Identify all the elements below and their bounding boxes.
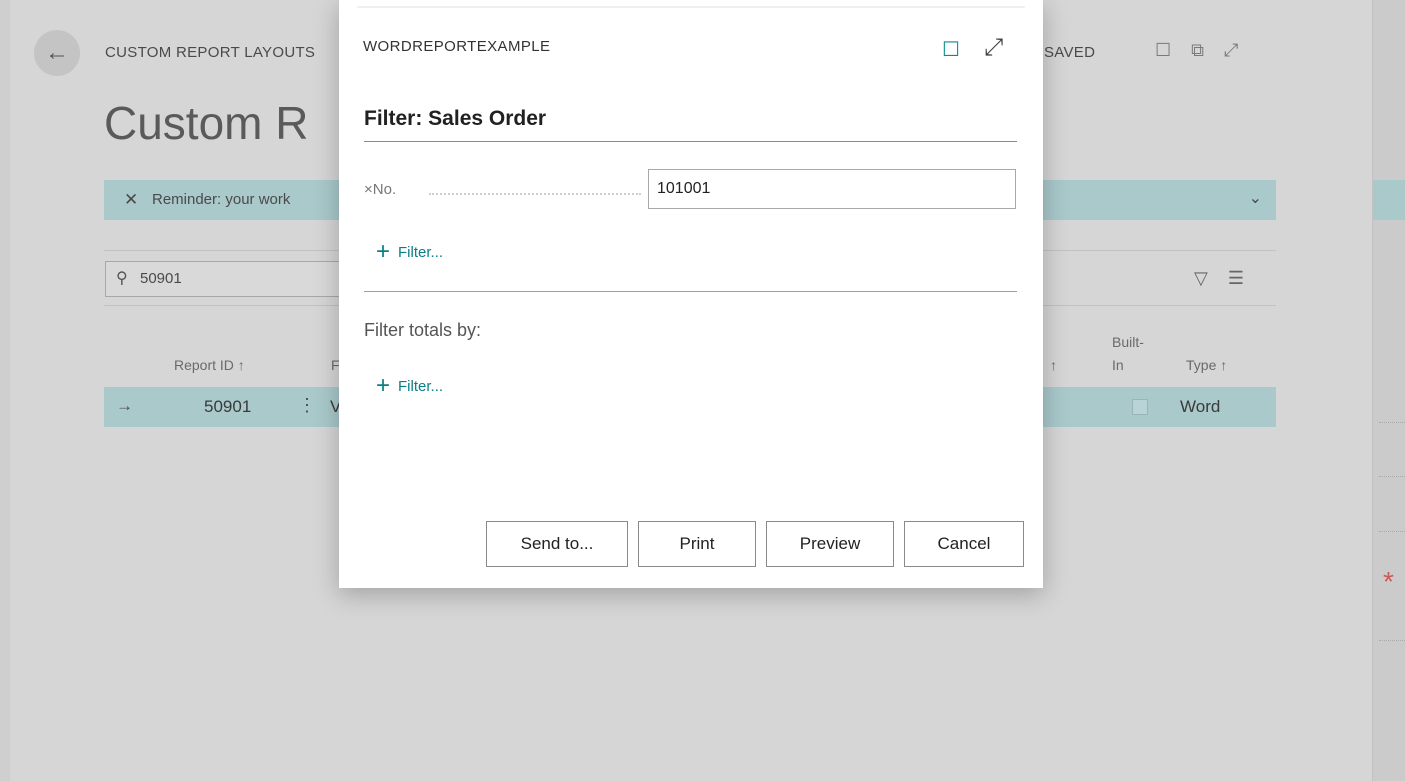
- side-band: [1373, 180, 1405, 220]
- add-totals-filter-label: Filter...: [398, 377, 444, 395]
- back-button[interactable]: ←: [34, 30, 80, 76]
- chevron-down-icon[interactable]: ⌄: [1249, 188, 1262, 208]
- list-tools: ▽ ☰: [1194, 268, 1244, 289]
- page-title: Custom R: [104, 97, 309, 149]
- dotted-line: [1379, 422, 1405, 423]
- bookmark-icon[interactable]: ☐: [1155, 40, 1171, 61]
- filter-field-label: ×No.: [364, 181, 396, 198]
- column-header-built-in-line2: In: [1112, 357, 1124, 373]
- breadcrumb: CUSTOM REPORT LAYOUTS: [105, 44, 316, 61]
- add-filter-label: Filter...: [398, 243, 444, 261]
- built-in-checkbox[interactable]: [1132, 399, 1148, 415]
- filter-icon[interactable]: ▽: [1194, 268, 1208, 289]
- page-actions: ☐ ⧉ ⤢: [1155, 40, 1238, 61]
- close-icon[interactable]: ✕: [124, 190, 138, 210]
- expand-icon[interactable]: ⤢: [1224, 40, 1238, 61]
- filter-heading: Filter: Sales Order: [364, 107, 547, 130]
- remove-filter-icon[interactable]: ×: [364, 181, 373, 198]
- section-divider: [364, 291, 1017, 292]
- search-input[interactable]: ⚲ 50901: [105, 261, 343, 297]
- no-filter-input[interactable]: [648, 169, 1016, 209]
- column-header-partial-sort[interactable]: ↑: [1050, 357, 1057, 373]
- plus-icon: +: [376, 238, 391, 265]
- filter-field-name: No.: [372, 181, 397, 198]
- open-new-window-icon[interactable]: ⧉: [1191, 40, 1204, 61]
- dotted-line: [1379, 476, 1405, 477]
- list-view-icon[interactable]: ☰: [1228, 268, 1244, 289]
- column-header-built-in-line1[interactable]: Built-: [1112, 334, 1144, 350]
- add-filter-button[interactable]: + Filter...: [376, 238, 444, 265]
- cell-report-id: 50901: [204, 397, 252, 416]
- cancel-button[interactable]: Cancel: [904, 521, 1024, 567]
- dialog-top-rule: [357, 6, 1025, 8]
- search-icon: ⚲: [116, 270, 128, 287]
- search-value: 50901: [140, 270, 182, 287]
- field-leader-dots: [429, 193, 641, 195]
- dialog-title: WORDREPORTEXAMPLE: [363, 38, 551, 55]
- required-asterisk-icon: *: [1383, 566, 1394, 597]
- right-side-pane: *: [1372, 0, 1405, 781]
- bookmark-icon[interactable]: ☐: [942, 37, 960, 62]
- back-arrow-icon: ←: [45, 39, 69, 66]
- add-totals-filter-button[interactable]: + Filter...: [376, 372, 444, 399]
- dotted-line: [1379, 531, 1405, 532]
- banner-text: Reminder: your work: [152, 191, 291, 208]
- print-button[interactable]: Print: [638, 521, 756, 567]
- column-header-type[interactable]: Type ↑: [1186, 357, 1227, 373]
- left-edge: [0, 0, 10, 781]
- column-header-report-id[interactable]: Report ID ↑: [174, 357, 245, 373]
- cell-type: Word: [1180, 397, 1221, 416]
- heading-divider: [364, 141, 1017, 142]
- filter-totals-label: Filter totals by:: [364, 320, 482, 340]
- dotted-line: [1379, 640, 1405, 641]
- row-selected-arrow-icon: →: [116, 396, 133, 415]
- report-request-dialog: WORDREPORTEXAMPLE ☐ ⤢ Filter: Sales Orde…: [339, 0, 1043, 588]
- send-to-button[interactable]: Send to...: [486, 521, 628, 567]
- row-menu-icon[interactable]: ⋮: [298, 395, 316, 416]
- saved-status: SAVED: [1044, 44, 1096, 61]
- expand-icon[interactable]: ⤢: [984, 34, 1003, 62]
- preview-button[interactable]: Preview: [766, 521, 894, 567]
- plus-icon: +: [376, 372, 391, 399]
